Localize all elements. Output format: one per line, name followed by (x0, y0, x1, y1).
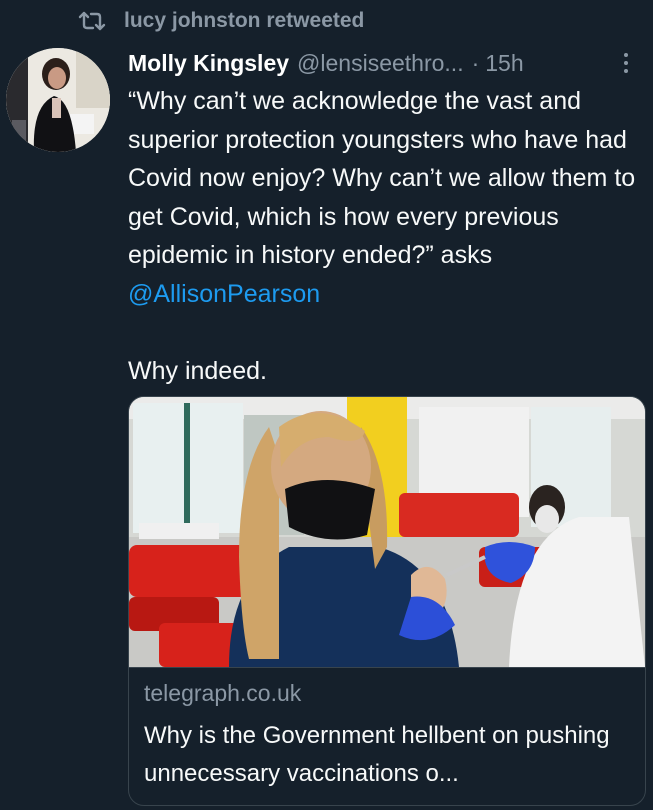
more-options-icon[interactable] (621, 53, 631, 73)
avatar[interactable] (6, 48, 110, 152)
card-title: Why is the Government hellbent on pushin… (144, 722, 610, 787)
dot-separator: · (471, 49, 480, 76)
tweet-closing-text: Why indeed. (128, 357, 267, 385)
tweet-timestamp[interactable]: 15h (485, 50, 523, 77)
retweet-context[interactable]: lucy johnston retweeted (78, 6, 364, 36)
mention-link[interactable]: @AllisonPearson (128, 280, 320, 308)
tweet-paragraph: “Why can’t we acknowledge the vast and s… (128, 82, 650, 313)
link-card[interactable]: telegraph.co.uk Why is the Government he… (128, 396, 646, 806)
author-handle[interactable]: @lensiseethro... (297, 50, 464, 77)
avatar-image (6, 48, 110, 152)
tweet-body: “Why can’t we acknowledge the vast and s… (128, 82, 650, 391)
author-name[interactable]: Molly Kingsley (128, 50, 289, 77)
tweet-quote-text: “Why can’t we acknowledge the vast and s… (128, 87, 636, 269)
retweet-label[interactable]: lucy johnston retweeted (124, 9, 364, 33)
retweet-icon (78, 11, 106, 31)
tweet-header: Molly Kingsley @lensiseethro... · 15h (128, 44, 635, 82)
card-domain: telegraph.co.uk (144, 680, 302, 706)
card-image (129, 397, 645, 668)
